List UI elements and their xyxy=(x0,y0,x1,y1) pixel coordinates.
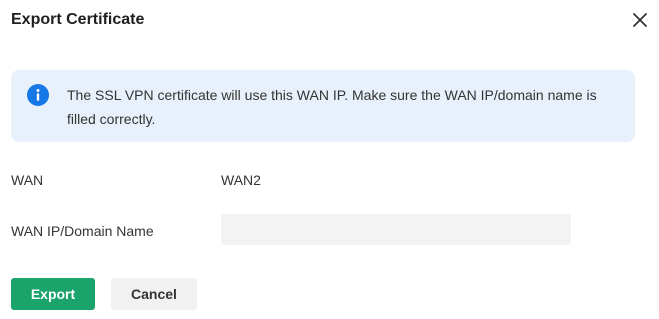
export-certificate-dialog: Export Certificate The SSL VPN certifica… xyxy=(0,0,659,319)
export-button[interactable]: Export xyxy=(11,278,95,310)
domain-name-input[interactable] xyxy=(221,214,571,245)
cancel-button[interactable]: Cancel xyxy=(111,278,197,310)
info-message: The SSL VPN certificate will use this WA… xyxy=(67,87,597,127)
wan-label: WAN xyxy=(11,172,44,188)
close-icon xyxy=(633,13,647,27)
close-button[interactable] xyxy=(629,9,651,31)
domain-name-label: WAN IP/Domain Name xyxy=(11,223,154,239)
dialog-title: Export Certificate xyxy=(11,11,145,28)
info-icon xyxy=(27,84,49,106)
info-banner: The SSL VPN certificate will use this WA… xyxy=(11,70,635,142)
wan-value: WAN2 xyxy=(221,172,261,188)
